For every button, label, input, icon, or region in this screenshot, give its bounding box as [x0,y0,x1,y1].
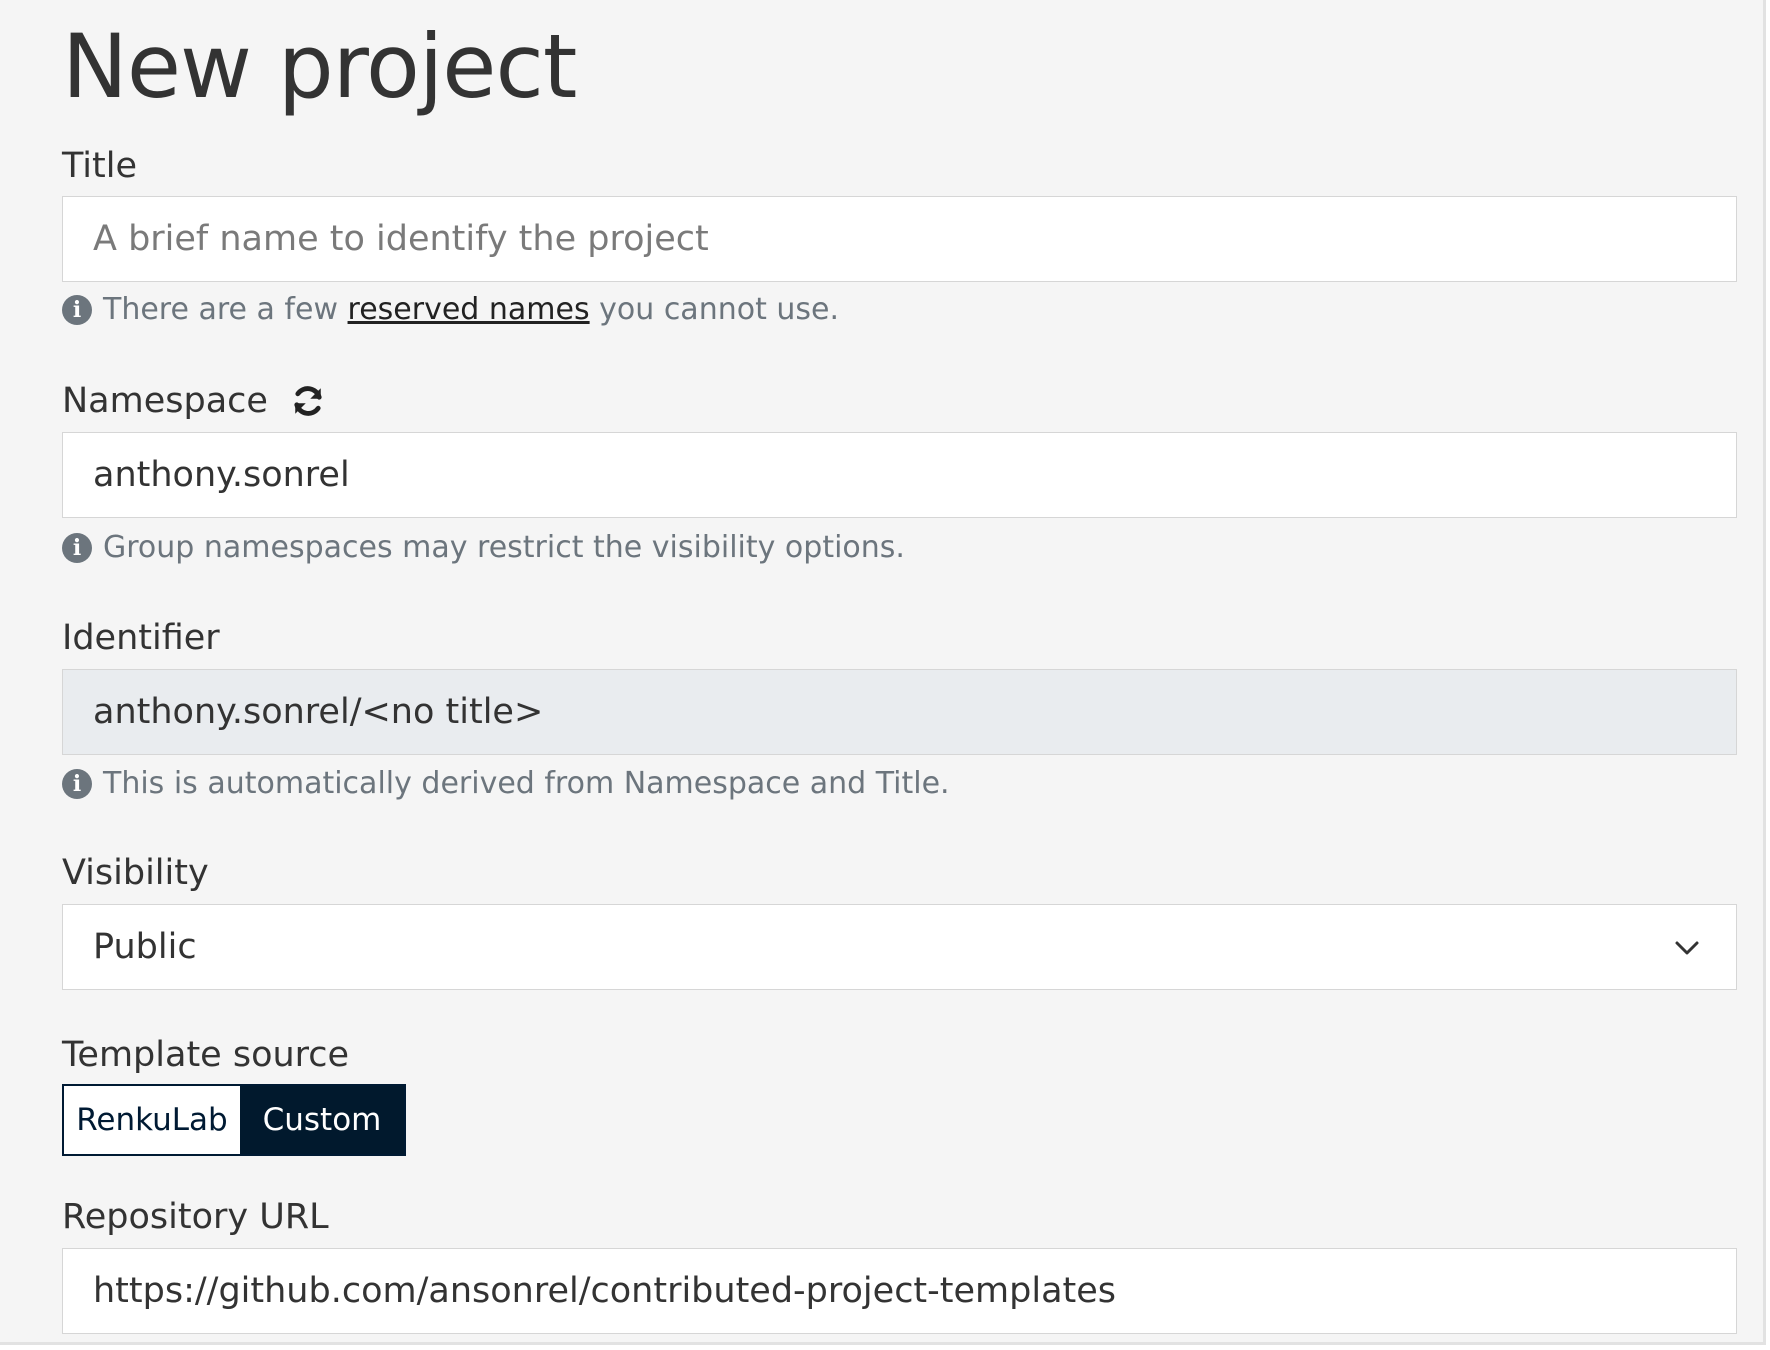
info-circle-icon: i [62,533,92,563]
page-title: New project [62,15,577,118]
template-custom-button[interactable]: Custom [240,1086,404,1154]
new-project-form-panel: New project Title A brief name to identi… [0,0,1766,1345]
namespace-help: i Group namespaces may restrict the visi… [62,530,905,566]
namespace-value: anthony.sonrel [93,455,350,495]
title-placeholder: A brief name to identify the project [93,219,709,259]
info-circle-icon: i [62,769,92,799]
namespace-label: Namespace [62,380,326,422]
title-label: Title [62,146,138,186]
identifier-value: anthony.sonrel/<no title> [93,692,544,732]
visibility-label: Visibility [62,853,209,893]
repository-url-value: https://github.com/ansonrel/contributed-… [93,1271,1117,1311]
reserved-names-link[interactable]: reserved names [348,292,590,328]
visibility-selected: Public [93,927,197,967]
template-source-label: Template source [62,1035,350,1075]
namespace-input[interactable]: anthony.sonrel [62,432,1737,518]
visibility-select[interactable]: Public [62,904,1737,990]
identifier-label: Identifier [62,618,220,658]
identifier-help: i This is automatically derived from Nam… [62,766,950,802]
info-circle-icon: i [62,295,92,325]
template-source-toggle: RenkuLab Custom [62,1084,406,1156]
chevron-down-icon [1672,927,1702,967]
template-renkulab-button[interactable]: RenkuLab [64,1086,240,1154]
identifier-input: anthony.sonrel/<no title> [62,669,1737,755]
repository-url-input[interactable]: https://github.com/ansonrel/contributed-… [62,1248,1737,1334]
repository-url-label: Repository URL [62,1197,329,1237]
title-input[interactable]: A brief name to identify the project [62,196,1737,282]
sync-icon[interactable] [290,383,326,419]
title-help: i There are a few reserved names you can… [62,292,839,328]
